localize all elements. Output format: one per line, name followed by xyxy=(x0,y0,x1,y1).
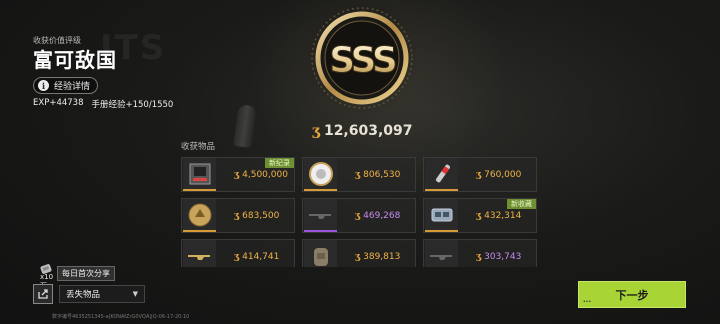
item-price: ʒ 760,000 xyxy=(476,170,521,180)
safe-box-icon xyxy=(183,158,216,191)
item-badge: 新纪录 xyxy=(265,158,294,168)
item-price-value: 469,268 xyxy=(363,210,401,221)
coin-icon: ʒ xyxy=(355,251,361,262)
item-price-value: 760,000 xyxy=(484,169,522,180)
rifle-icon xyxy=(304,199,337,232)
item-card[interactable]: ʒ 469,268 xyxy=(302,198,416,233)
coin-icon: ʒ xyxy=(476,169,482,180)
coin-icon: ʒ xyxy=(234,251,240,262)
exp-value: EXP+44738 xyxy=(33,98,84,108)
silver-coin-stack-icon: x10万 xyxy=(33,263,57,290)
item-price: ʒ 303,743 xyxy=(476,252,521,262)
coin-icon: ʒ xyxy=(355,169,361,180)
share-export-button[interactable] xyxy=(33,284,53,304)
gold-rifle-icon xyxy=(183,240,216,267)
dropdown-caret-icon: ▼ xyxy=(132,290,138,298)
backpack-icon xyxy=(304,240,337,267)
coin-icon: ʒ xyxy=(355,210,361,221)
lost-items-row: 丢失物品 ▼ xyxy=(33,284,145,304)
item-card[interactable]: ʒ 760,000 xyxy=(423,157,537,192)
item-card[interactable]: ʒ 414,741 xyxy=(181,239,295,267)
info-icon: i xyxy=(38,80,49,91)
share-label: 每日首次分享 xyxy=(57,265,115,281)
item-price-value: 432,314 xyxy=(484,210,522,221)
next-step-label: 下一步 xyxy=(615,288,649,302)
electronic-device-icon xyxy=(425,199,458,232)
items-title: 收获物品 xyxy=(181,142,216,152)
item-price: ʒ 683,500 xyxy=(234,211,279,221)
footer-serial: 数字编号4635251345-a|KONAfZrG0VQA||Q-06-17-2… xyxy=(52,314,190,320)
coin-icon: ʒ xyxy=(476,251,482,262)
exp-detail-button[interactable]: i 经验详情 xyxy=(33,77,99,94)
item-card[interactable]: ʒ 303,743 xyxy=(423,239,537,267)
item-card[interactable]: ʒ 683,500 xyxy=(181,198,295,233)
item-price: ʒ 4,500,000 xyxy=(234,170,288,180)
sss-grade-emblem: SSS xyxy=(304,0,420,116)
item-badge: 新收藏 xyxy=(507,199,536,209)
coin-icon: ʒ xyxy=(476,210,482,221)
gold-medal-icon xyxy=(183,199,216,232)
item-card[interactable]: ʒ 432,314 新收藏 xyxy=(423,198,537,233)
total-value: ʒ 12,603,097 xyxy=(312,123,413,139)
export-icon xyxy=(38,289,48,299)
item-price-value: 303,743 xyxy=(484,251,522,262)
daily-share[interactable]: x10万 每日首次分享 xyxy=(33,263,115,290)
item-price: ʒ 432,314 xyxy=(476,211,521,221)
rating-title: 富可敌国 xyxy=(33,48,117,72)
item-price: ʒ 414,741 xyxy=(234,252,279,262)
item-card[interactable]: ʒ 389,813 xyxy=(302,239,416,267)
coin-icon: ʒ xyxy=(312,123,320,139)
total-amount: 12,603,097 xyxy=(323,123,413,139)
injector-icon xyxy=(425,158,458,191)
item-price-value: 683,500 xyxy=(242,210,280,221)
item-price-value: 389,813 xyxy=(363,251,401,262)
grade-text: SSS xyxy=(329,40,396,81)
next-step-button[interactable]: ... 下一步 xyxy=(578,281,686,308)
item-card[interactable]: ʒ 806,530 xyxy=(302,157,416,192)
handbook-exp: 手册经验+150/1550 xyxy=(91,100,174,110)
rifle-icon xyxy=(425,240,458,267)
item-price-value: 414,741 xyxy=(242,251,280,262)
item-price: ʒ 469,268 xyxy=(355,211,400,221)
exp-summary: EXP+44738 手册经验+150/1550 xyxy=(33,98,173,110)
exp-detail-label: 经验详情 xyxy=(54,82,91,92)
item-price: ʒ 389,813 xyxy=(355,252,400,262)
item-price-value: 806,530 xyxy=(363,169,401,180)
item-price: ʒ 806,530 xyxy=(355,170,400,180)
coin-icon: ʒ xyxy=(234,210,240,221)
coin-icon: ʒ xyxy=(234,169,240,180)
next-dots: ... xyxy=(583,296,591,304)
white-plate-icon xyxy=(304,158,337,191)
lost-items-label: 丢失物品 xyxy=(66,290,101,300)
item-card[interactable]: ʒ 4,500,000 新纪录 xyxy=(181,157,295,192)
item-price-value: 4,500,000 xyxy=(242,169,288,180)
items-grid: ʒ 4,500,000 新纪录 ʒ 806,530 ʒ 760,000 ʒ 683,500 ʒ 46… xyxy=(181,155,541,267)
lost-items-dropdown[interactable]: 丢失物品 ▼ xyxy=(59,285,145,303)
